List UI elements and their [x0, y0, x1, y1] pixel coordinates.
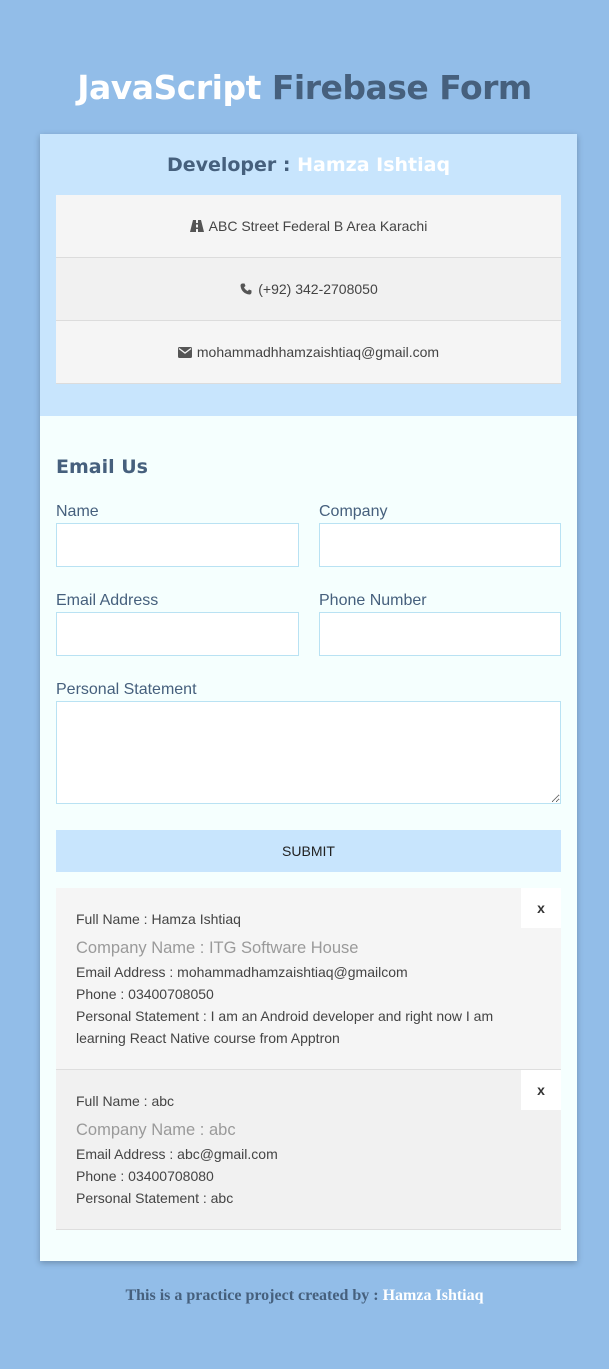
footer-author-name: Hamza Ishtiaq — [382, 1287, 484, 1304]
name-label: Name — [56, 503, 99, 520]
entry-full-name: Full Name : abc — [76, 1093, 175, 1109]
envelope-icon — [177, 345, 192, 359]
phone-icon — [239, 282, 253, 296]
page-title: JavaScript Firebase Form — [0, 68, 609, 107]
entry-company: Company Name : abc — [76, 1121, 236, 1139]
email-item: mohammadhhamzaishtiaq@gmail.com — [56, 321, 561, 384]
entry-card: x Full Name : Hamza Ishtiaq Company Name… — [56, 888, 561, 1070]
developer-name: Hamza Ishtiaq — [297, 154, 451, 176]
entry-full-name: Full Name : Hamza Ishtiaq — [76, 911, 241, 927]
entry-card: x Full Name : abc Company Name : abc Ema… — [56, 1070, 561, 1230]
contact-info-list: ABC Street Federal B Area Karachi (+92) … — [56, 195, 561, 384]
footer-text: This is a practice project created by : — [125, 1287, 383, 1304]
email-address-input[interactable] — [56, 612, 299, 656]
road-icon — [189, 219, 204, 233]
title-part-firebase-form: Firebase Form — [271, 68, 532, 107]
developer-heading: Developer : Hamza Ishtiaq — [40, 154, 577, 176]
entry-email: Email Address : abc@gmail.com — [76, 1146, 278, 1162]
email-address-label: Email Address — [56, 592, 159, 609]
name-input[interactable] — [56, 523, 299, 567]
phone-item: (+92) 342-2708050 — [56, 258, 561, 321]
entry-statement-line2: learning React Native course from Apptro… — [76, 1030, 340, 1046]
entry-company: Company Name : ITG Software House — [76, 939, 359, 957]
entry-statement-line1: Personal Statement : I am an Android dev… — [76, 1008, 494, 1024]
main-card: Developer : Hamza Ishtiaq ABC Street Fed… — [40, 134, 577, 1261]
phone-number-input[interactable] — [319, 612, 561, 656]
entry-phone: Phone : 03400708080 — [76, 1168, 214, 1184]
company-label: Company — [319, 503, 388, 520]
phone-number-label: Phone Number — [319, 592, 427, 609]
delete-entry-button[interactable]: x — [521, 888, 561, 928]
entry-email: Email Address : mohammadhamzaishtiaq@gma… — [76, 964, 408, 980]
email-us-heading: Email Us — [56, 456, 148, 478]
developer-panel: Developer : Hamza Ishtiaq ABC Street Fed… — [40, 134, 577, 416]
email-text: mohammadhhamzaishtiaq@gmail.com — [196, 344, 440, 360]
address-text: ABC Street Federal B Area Karachi — [208, 218, 428, 234]
submit-button[interactable]: SUBMIT — [56, 830, 561, 872]
developer-label: Developer : — [166, 154, 298, 176]
personal-statement-textarea[interactable] — [56, 701, 561, 804]
entry-phone: Phone : 03400708050 — [76, 986, 214, 1002]
phone-text: (+92) 342-2708050 — [258, 281, 378, 297]
entry-statement-line1: Personal Statement : abc — [76, 1190, 234, 1206]
personal-statement-label: Personal Statement — [56, 681, 197, 698]
company-input[interactable] — [319, 523, 561, 567]
footer: This is a practice project created by : … — [0, 1287, 609, 1305]
title-part-javascript: JavaScript — [77, 68, 261, 107]
address-item: ABC Street Federal B Area Karachi — [56, 195, 561, 258]
delete-entry-button[interactable]: x — [521, 1070, 561, 1110]
